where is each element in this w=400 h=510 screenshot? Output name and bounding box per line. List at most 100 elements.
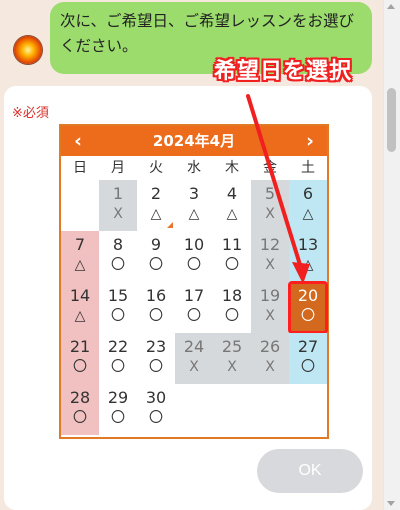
calendar-empty-cell — [213, 384, 251, 435]
day-number: 8 — [112, 235, 124, 254]
calendar-day-21[interactable]: 21 〇 — [61, 333, 99, 384]
calendar-day-17[interactable]: 17 〇 — [175, 282, 213, 333]
calendar-day-20-selected[interactable]: 20 〇 — [288, 281, 328, 334]
weekday-label: 日 — [73, 160, 87, 176]
calendar-day-2[interactable]: 2 △ — [137, 180, 175, 231]
calendar-day-6[interactable]: 6 △ — [289, 180, 327, 231]
calendar-day-24: 24 X — [175, 333, 213, 384]
day-number: 11 — [221, 235, 243, 254]
availability-mark: 〇 — [301, 308, 315, 324]
day-number: 20 — [297, 286, 319, 305]
availability-mark: 〇 — [111, 410, 125, 426]
calendar-day-3[interactable]: 3 △ — [175, 180, 213, 231]
day-number: 26 — [259, 337, 281, 356]
calendar-day-9[interactable]: 9〇 — [137, 231, 175, 282]
weekday-label: 木 — [225, 160, 239, 176]
day-number: 10 — [183, 235, 205, 254]
calendar-day-13[interactable]: 13 △ — [289, 231, 327, 282]
availability-mark: X — [265, 257, 275, 273]
annotation-label: 希望日を選択 — [213, 59, 352, 84]
availability-mark: △ — [226, 206, 238, 222]
availability-mark: 〇 — [73, 410, 87, 426]
availability-mark: △ — [302, 206, 314, 222]
day-number: 14 — [69, 286, 91, 305]
day-number: 30 — [145, 388, 167, 407]
day-number: 4 — [226, 184, 238, 203]
day-number: 6 — [302, 184, 314, 203]
day-number: 24 — [183, 337, 205, 356]
availability-mark: 〇 — [149, 257, 163, 273]
scrollbar-thumb[interactable] — [387, 88, 396, 152]
calendar-week-row: 7 △ 8 〇 9 〇 10 〇 11 〇 12 X 13 △ — [61, 231, 327, 282]
scroll-down-arrow-icon[interactable] — [387, 501, 395, 506]
weekday-label: 水 — [187, 160, 201, 176]
date-picker-calendar: ‹ 2024年4月 › 日月火水木金土 1 X 2 △ 3 △ 4 △ 5 X 6 △ 7 △ 8 〇 9 〇 10… — [59, 124, 329, 439]
calendar-empty-cell — [251, 384, 289, 435]
day-number: 15 — [107, 286, 129, 305]
calendar-week-row: 21 〇 22 〇 23 〇 24 X 25 X 26 X 27 〇 — [61, 333, 327, 384]
weekday-label: 土 — [301, 160, 315, 176]
calendar-day-10[interactable]: 10 〇 — [175, 231, 213, 282]
availability-mark: X — [227, 359, 237, 375]
calendar-day-25: 25 X — [213, 333, 251, 384]
prev-month-chevron-icon[interactable]: ‹ — [63, 126, 93, 156]
calendar-header: ‹ 2024年4月 › — [61, 126, 327, 156]
availability-mark: X — [189, 359, 199, 375]
day-number: 21 — [69, 337, 91, 356]
calendar-day-4[interactable]: 4 △ — [213, 180, 251, 231]
booking-form-panel: ※必須 ‹ 2024年4月 › 日月火水木金土 1 X 2 △ 3 △ 4 △ 5 X 6 △ 7 △ 8 〇… — [4, 86, 372, 510]
calendar-day-15[interactable]: 15 〇 — [99, 282, 137, 333]
note-corner-icon — [167, 222, 173, 228]
chat-message-text: 次に、ご希望日、ご希望レッスンをお選びください。 — [60, 12, 355, 55]
availability-mark: 〇 — [187, 308, 201, 324]
calendar-day-12: 12 X — [251, 231, 289, 282]
calendar-day-14[interactable]: 14 △ — [61, 282, 99, 333]
bot-avatar — [14, 36, 42, 64]
calendar-day-28[interactable]: 28 〇 — [61, 384, 99, 435]
calendar-day-27[interactable]: 27 〇 — [289, 333, 327, 384]
required-note: ※必須 — [12, 106, 49, 121]
availability-mark: X — [265, 308, 275, 324]
calendar-grid: 日月火水木金土 1 X 2 △ 3 △ 4 △ 5 X 6 △ 7 △ 8 〇 9 〇 10 〇 11 〇 12 X 13 △ 14… — [61, 156, 328, 435]
day-number: 19 — [259, 286, 281, 305]
availability-mark: X — [113, 206, 123, 222]
calendar-day-16[interactable]: 16 〇 — [137, 282, 175, 333]
availability-mark: △ — [150, 206, 162, 222]
availability-mark: 〇 — [149, 359, 163, 375]
calendar-day-11[interactable]: 11 〇 — [213, 231, 251, 282]
availability-mark: 〇 — [187, 257, 201, 273]
calendar-day-29[interactable]: 29 〇 — [99, 384, 137, 435]
calendar-day-18[interactable]: 18 〇 — [213, 282, 251, 333]
calendar-day-26: 26 X — [251, 333, 289, 384]
calendar-day-30[interactable]: 30 〇 — [137, 384, 175, 435]
calendar-day-7[interactable]: 7 △ — [61, 231, 99, 282]
ok-button[interactable]: OK — [257, 449, 363, 493]
calendar-day-1: 1X — [99, 180, 137, 231]
scrollbar-track[interactable] — [383, 0, 400, 510]
day-number: 9 — [150, 235, 162, 254]
availability-mark: 〇 — [111, 308, 125, 324]
day-number: 28 — [69, 388, 91, 407]
weekday-label: 金 — [263, 160, 277, 176]
calendar-day-23[interactable]: 23 〇 — [137, 333, 175, 384]
calendar-day-5: 5X — [251, 180, 289, 231]
availability-mark: 〇 — [149, 410, 163, 426]
availability-mark: X — [265, 206, 275, 222]
calendar-week-row: 28 〇 29 〇 30 〇 — [61, 384, 327, 435]
day-number: 3 — [188, 184, 200, 203]
availability-mark: △ — [74, 257, 86, 273]
day-number: 27 — [297, 337, 319, 356]
availability-mark: 〇 — [225, 308, 239, 324]
next-month-chevron-icon[interactable]: › — [295, 126, 325, 156]
calendar-day-19: 19 X — [251, 282, 289, 333]
day-number: 22 — [107, 337, 129, 356]
calendar-day-8[interactable]: 8〇 — [99, 231, 137, 282]
scroll-up-arrow-icon[interactable] — [387, 4, 395, 9]
availability-mark: △ — [74, 308, 86, 324]
day-number: 23 — [145, 337, 167, 356]
day-number: 17 — [183, 286, 205, 305]
calendar-day-22[interactable]: 22 〇 — [99, 333, 137, 384]
calendar-empty-cell — [289, 384, 327, 435]
availability-mark: △ — [188, 206, 200, 222]
calendar-empty-cell — [175, 384, 213, 435]
